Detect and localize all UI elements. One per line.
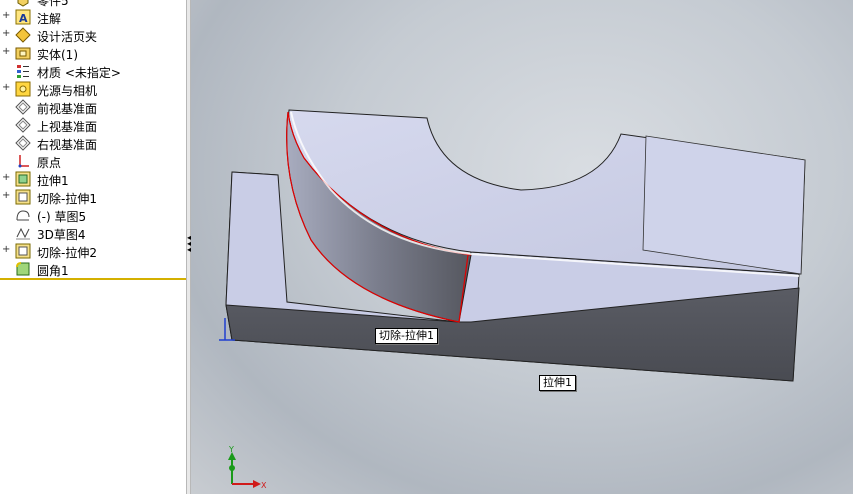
extrude-icon <box>15 171 31 187</box>
3d-sketch-icon <box>15 225 31 241</box>
expand-icon[interactable]: + <box>2 83 10 93</box>
design-binder-icon <box>15 27 31 43</box>
expand-icon[interactable]: + <box>2 173 10 183</box>
feature-manager-tree: 零件5 + A 注解 + 设计活页夹 + 实体(1) 材质 <未指定> + 光源… <box>0 0 186 494</box>
expand-icon[interactable]: + <box>2 11 10 21</box>
tree-item-design-binder[interactable]: + 设计活页夹 <box>0 26 186 44</box>
tree-item-front-plane[interactable]: 前视基准面 <box>0 98 186 116</box>
svg-text:A: A <box>19 12 28 25</box>
tree-item-sketch5[interactable]: (-) 草图5 <box>0 206 186 224</box>
expand-icon[interactable]: + <box>2 245 10 255</box>
reference-triad[interactable]: X Y <box>228 445 267 490</box>
tree-item-material[interactable]: 材质 <未指定> <box>0 62 186 80</box>
tree-item-label: 切除-拉伸1 <box>37 192 97 206</box>
tree-item-label: 圆角1 <box>37 264 69 278</box>
origin-icon <box>15 153 31 169</box>
tree-item-extrude1[interactable]: + 拉伸1 <box>0 170 186 188</box>
tree-item-label: 上视基准面 <box>37 120 98 134</box>
plane-icon <box>15 99 31 115</box>
callout-extrude1[interactable]: 拉伸1 <box>539 375 576 391</box>
expand-icon[interactable]: + <box>2 191 10 201</box>
plane-icon <box>15 117 31 133</box>
tree-item-cut-extrude2[interactable]: + 切除-拉伸2 <box>0 242 186 260</box>
tree-item-solid-bodies[interactable]: + 实体(1) <box>0 44 186 63</box>
tree-item-label: 实体(1) <box>37 48 78 62</box>
solid-bodies-icon <box>15 45 31 61</box>
tree-item-3d-sketch4[interactable]: 3D草图4 <box>0 224 186 242</box>
rollback-bar[interactable] <box>0 278 186 280</box>
tree-item-label: 切除-拉伸2 <box>37 246 97 260</box>
lights-cameras-icon <box>15 81 31 97</box>
tree-item-label: 3D草图4 <box>37 228 86 242</box>
tree-item-label: 拉伸1 <box>37 174 69 188</box>
tree-item-right-plane[interactable]: 右视基准面 <box>0 134 186 152</box>
tree-item-label: 注解 <box>37 12 62 26</box>
plane-icon <box>15 135 31 151</box>
expand-icon[interactable]: + <box>2 29 10 39</box>
tree-item-top-plane[interactable]: 上视基准面 <box>0 116 186 134</box>
triad-y-label: Y <box>228 445 234 454</box>
tree-item-label: 前视基准面 <box>37 102 98 116</box>
sketch-icon <box>15 207 31 223</box>
raised-side-face <box>642 135 806 275</box>
tree-item-label: 材质 <未指定> <box>37 66 121 80</box>
part-icon <box>15 0 31 7</box>
triad-x-label: X <box>261 481 267 490</box>
tree-item-origin[interactable]: 原点 <box>0 152 186 170</box>
expand-icon[interactable]: + <box>2 47 10 57</box>
tree-item-lights-cameras[interactable]: + 光源与相机 <box>0 80 186 98</box>
tree-item-annotations[interactable]: + A 注解 <box>0 8 186 26</box>
callout-cut-extrude1[interactable]: 切除-拉伸1 <box>375 328 438 344</box>
cut-extrude-icon <box>15 243 31 259</box>
annotation-icon: A <box>15 9 31 25</box>
tree-item-fillet1[interactable]: 圆角1 <box>0 260 186 278</box>
tree-item-label: 右视基准面 <box>37 138 98 152</box>
tree-item-cut-extrude1[interactable]: + 切除-拉伸1 <box>0 188 186 206</box>
model-canvas: X Y <box>219 109 806 490</box>
tree-item-label: 设计活页夹 <box>37 30 98 44</box>
tree-item-part[interactable]: 零件5 <box>0 0 186 8</box>
tree-item-label: 光源与相机 <box>37 84 98 98</box>
cut-extrude-icon <box>15 189 31 205</box>
material-icon <box>15 63 31 79</box>
graphics-viewport[interactable]: X Y 切除-拉伸1 拉伸1 <box>191 0 853 494</box>
fillet-icon <box>15 261 31 277</box>
tree-item-label: 原点 <box>37 156 62 170</box>
tree-item-label: (-) 草图5 <box>37 210 87 224</box>
